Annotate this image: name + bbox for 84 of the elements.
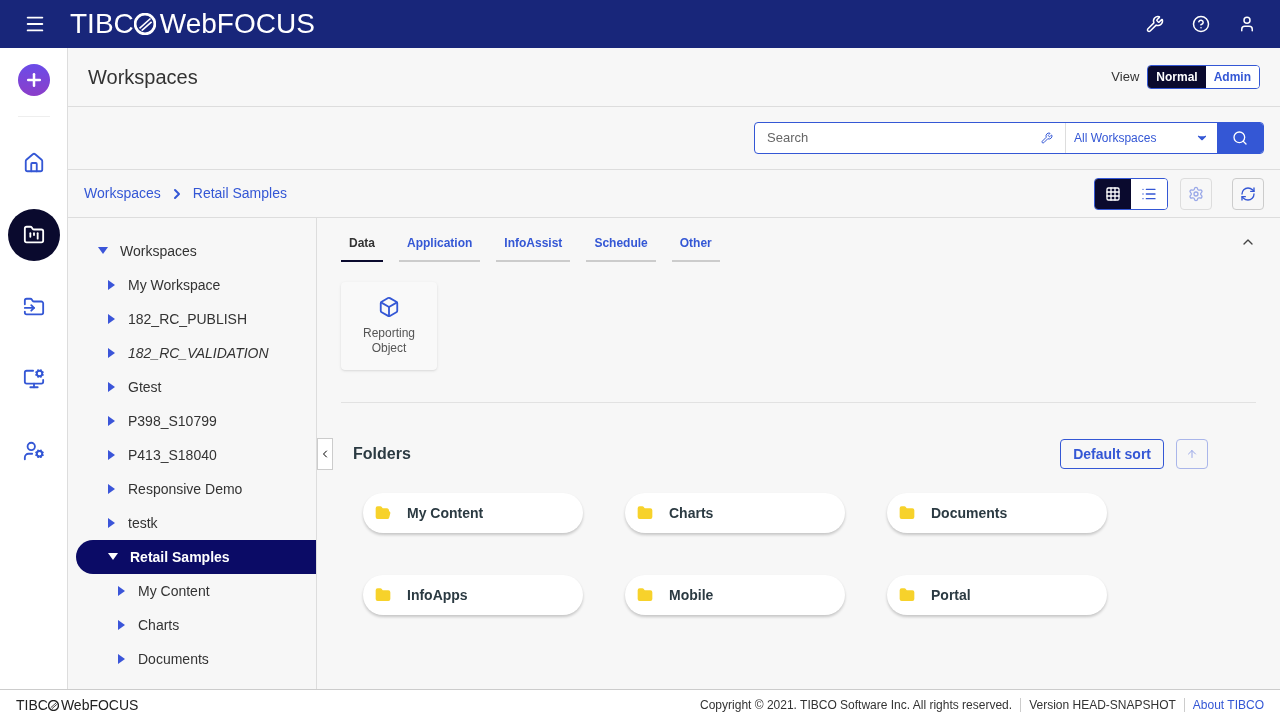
tools-icon[interactable]: [1146, 15, 1164, 33]
grid-view-button[interactable]: [1095, 178, 1131, 209]
list-view-button[interactable]: [1131, 178, 1167, 209]
tree-item[interactable]: 182_RC_VALIDATION: [76, 336, 316, 370]
folder-icon: [637, 587, 653, 603]
caret-down-icon[interactable]: [108, 553, 118, 561]
view-toggle[interactable]: Admin: [1205, 66, 1259, 88]
tree-item[interactable]: Documents: [76, 642, 316, 676]
help-icon[interactable]: [1192, 15, 1210, 33]
sort-button[interactable]: Default sort: [1060, 439, 1164, 469]
breadcrumb-link[interactable]: Workspaces: [84, 183, 161, 204]
tree-item[interactable]: P413_S18040: [76, 438, 316, 472]
about-link[interactable]: About TIBCO: [1192, 696, 1264, 714]
logo-icon: [133, 13, 156, 35]
copyright-text: Copyright © 2021. TIBCO Software Inc. All rights reserved.: [700, 697, 1013, 714]
folders-heading: Folders: [353, 444, 411, 464]
collapse-panel-button[interactable]: [317, 438, 333, 470]
reporting-object-tile[interactable]: Reporting Object: [341, 282, 437, 370]
tab[interactable]: InfoAssist: [496, 234, 571, 262]
view-toggle[interactable]: Normal: [1148, 66, 1206, 88]
footer-logo-icon: [47, 699, 59, 711]
search-bar[interactable]: Search All Workspaces: [754, 122, 1264, 154]
tree-item[interactable]: My Content: [76, 574, 316, 608]
caret-right-icon[interactable]: [118, 586, 126, 596]
caret-right-icon[interactable]: [108, 314, 116, 324]
caret-right-icon[interactable]: [108, 280, 116, 290]
caret-right-icon[interactable]: [108, 450, 116, 460]
tree-item[interactable]: Responsive Demo: [76, 472, 316, 506]
tree-item[interactable]: 182_RC_PUBLISH: [76, 302, 316, 336]
logo-text: WebFOCUS: [159, 10, 315, 38]
tab[interactable]: Application: [399, 234, 481, 262]
wrench-icon[interactable]: [1041, 132, 1053, 144]
folder-card[interactable]: My Content: [363, 493, 583, 533]
monitor-gear-icon: [22, 368, 45, 390]
footer-logo-text: WebFOCUS: [60, 695, 139, 715]
caret-right-icon[interactable]: [108, 348, 116, 358]
tree-item[interactable]: Charts: [76, 608, 316, 642]
grid-icon: [1105, 185, 1121, 202]
user-icon[interactable]: [1238, 15, 1256, 33]
refresh-icon: [1240, 185, 1256, 202]
folder-icon: [375, 505, 391, 521]
folder-icon: [899, 505, 915, 521]
folder-card[interactable]: Charts: [625, 493, 845, 533]
tree-item[interactable]: testk: [76, 506, 316, 540]
caret-right-icon[interactable]: [108, 382, 116, 392]
refresh-button[interactable]: [1232, 177, 1264, 210]
settings-icon: [1188, 185, 1204, 202]
tree-item[interactable]: Workspaces: [76, 234, 316, 268]
folder-icon: [637, 505, 653, 521]
add-button[interactable]: [17, 64, 50, 96]
search-field[interactable]: Search: [755, 123, 1041, 153]
version-text: Version HEAD-SNAPSHOT: [1029, 697, 1176, 714]
page-title: Workspaces: [88, 65, 198, 90]
user-gear-icon: [22, 440, 45, 462]
folder-arrow-icon: [22, 296, 45, 318]
folder-icon: [375, 587, 391, 603]
home-icon: [22, 152, 45, 174]
arrow-up-icon: [1186, 448, 1198, 460]
caret-right-icon[interactable]: [108, 484, 116, 494]
tree-item[interactable]: P398_S10799: [76, 404, 316, 438]
search-icon: [1232, 130, 1248, 146]
tree-item[interactable]: Retail Samples: [76, 540, 316, 574]
view-label: View: [1111, 68, 1140, 87]
caret-right-icon[interactable]: [108, 416, 116, 426]
folder-icon: [899, 587, 915, 603]
folder-card[interactable]: Portal: [887, 575, 1107, 615]
tab[interactable]: Schedule: [586, 234, 656, 262]
cube-icon: [378, 296, 400, 318]
caret-right-icon[interactable]: [118, 654, 126, 664]
breadcrumb-link[interactable]: Retail Samples: [192, 183, 287, 204]
folder-card[interactable]: Documents: [887, 493, 1107, 533]
caret-right-icon[interactable]: [118, 620, 126, 630]
nav-button[interactable]: [7, 209, 60, 261]
caret-right-icon[interactable]: [108, 518, 116, 528]
tab[interactable]: Other: [671, 234, 720, 262]
folder-card[interactable]: InfoApps: [363, 575, 583, 615]
folder-chart-icon: [22, 224, 45, 246]
logo-text: TIBC: [70, 10, 134, 38]
search-button[interactable]: [1217, 123, 1263, 153]
tab[interactable]: Data: [341, 234, 383, 262]
footer-logo-text: TIBC: [16, 695, 48, 715]
folder-card[interactable]: Mobile: [625, 575, 845, 615]
tree-item[interactable]: My Workspace: [76, 268, 316, 302]
tree-item[interactable]: Gtest: [76, 370, 316, 404]
